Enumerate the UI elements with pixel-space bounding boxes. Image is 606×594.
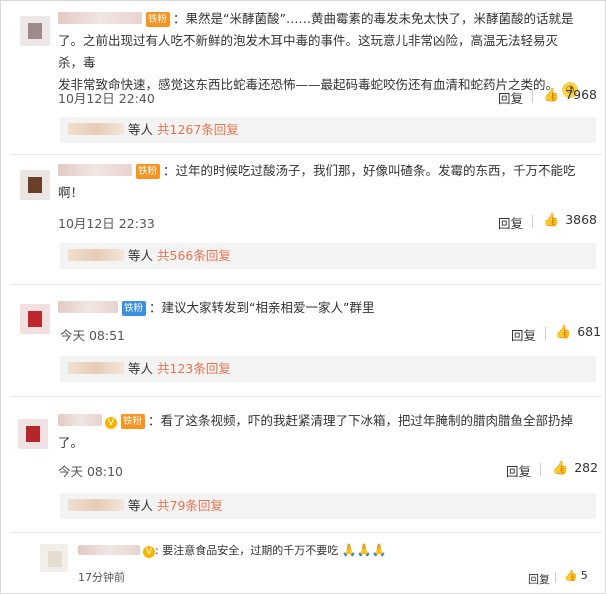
comment-text: 铁粉 ：过年的时候吃过酸汤子，我们那，好像叫碴条。发霉的东西，千万不能吃 啊！ [58,163,576,200]
reply-summary[interactable]: 等人 共566条回复 [60,243,596,269]
reply-count-link[interactable]: 共1267条回复 [157,122,239,137]
reply-button[interactable]: 回复 [498,213,523,232]
avatar[interactable] [18,419,48,449]
username[interactable] [58,301,118,313]
separator [532,215,533,228]
comment-text: V 铁粉 ：看了这条视频，吓的我赶紧清理了下冰箱，把过年腌制的腊肉腊鱼全部扔掉 了。 [58,413,574,450]
thumb-up-icon: 👍 [552,461,569,476]
comment-time: 17分钟前 [78,571,125,584]
replier-names [68,249,124,261]
separator [555,572,556,583]
reply-summary[interactable]: 等人 共123条回复 [60,356,596,382]
like-button[interactable]: 👍 681 [555,324,601,340]
comment-text: V: 要注意食品安全，过期的千万不要吃 🙏🙏🙏 [78,540,588,561]
verified-v-icon: V [105,417,117,429]
divider [10,396,602,397]
reply-button[interactable]: 回复 [506,461,531,480]
reply-count-link[interactable]: 共79条回复 [157,498,223,513]
divider [10,532,602,533]
reply-count-link[interactable]: 共123条回复 [157,361,231,376]
like-button[interactable]: 👍 3868 [543,212,597,228]
reply-count-link[interactable]: 共566条回复 [157,248,231,263]
thumb-up-icon: 👍 [555,325,572,340]
pray-emoji-icon: 🙏🙏🙏 [341,543,387,557]
avatar[interactable] [40,544,68,572]
comment-time: 今天 08:51 [60,328,125,343]
username[interactable] [58,414,102,426]
replier-names [68,499,124,511]
like-button[interactable]: 👍 282 [552,460,598,476]
username[interactable] [78,545,140,555]
comment-text: 铁粉 ：果然是“米酵菌酸”……黄曲霉素的毒发未免太快了，米酵菌酸的话就是 了。之前… [58,8,578,98]
separator [540,463,541,476]
replier-names [68,362,124,374]
reply-summary[interactable]: 等人 共1267条回复 [60,117,596,143]
verified-v-icon: V [143,546,155,558]
separator [545,327,546,340]
replier-names [68,123,124,135]
reply-button[interactable]: 回复 [511,325,536,344]
avatar[interactable] [20,304,50,334]
comment-time: 10月12日 22:40 [58,91,155,106]
fan-badge: 铁粉 [146,12,171,27]
thumb-up-icon: 👍 [564,569,578,582]
comment-time: 今天 08:10 [58,464,123,479]
reply-button[interactable]: 回复 [498,88,523,107]
like-button[interactable]: 👍 5 [564,569,588,582]
fan-badge: 铁粉 [136,164,161,179]
reply-button[interactable]: 回复 [528,571,550,587]
avatar[interactable] [20,16,50,46]
separator [532,90,533,103]
divider [10,154,602,155]
fan-badge: 铁粉 [122,301,147,316]
reply-summary[interactable]: 等人 共79条回复 [60,493,596,519]
comment-text: 铁粉 ：建议大家转发到“相亲相爱一家人”群里 [58,297,578,319]
divider [10,284,602,285]
like-button[interactable]: 👍 7968 [543,87,597,103]
fan-badge: 铁粉 [121,414,146,429]
comment-time: 10月12日 22:33 [58,216,155,231]
avatar[interactable] [20,170,50,200]
thumb-up-icon: 👍 [543,88,560,103]
username[interactable] [58,164,132,176]
thumb-up-icon: 👍 [543,213,560,228]
username[interactable] [58,12,142,24]
